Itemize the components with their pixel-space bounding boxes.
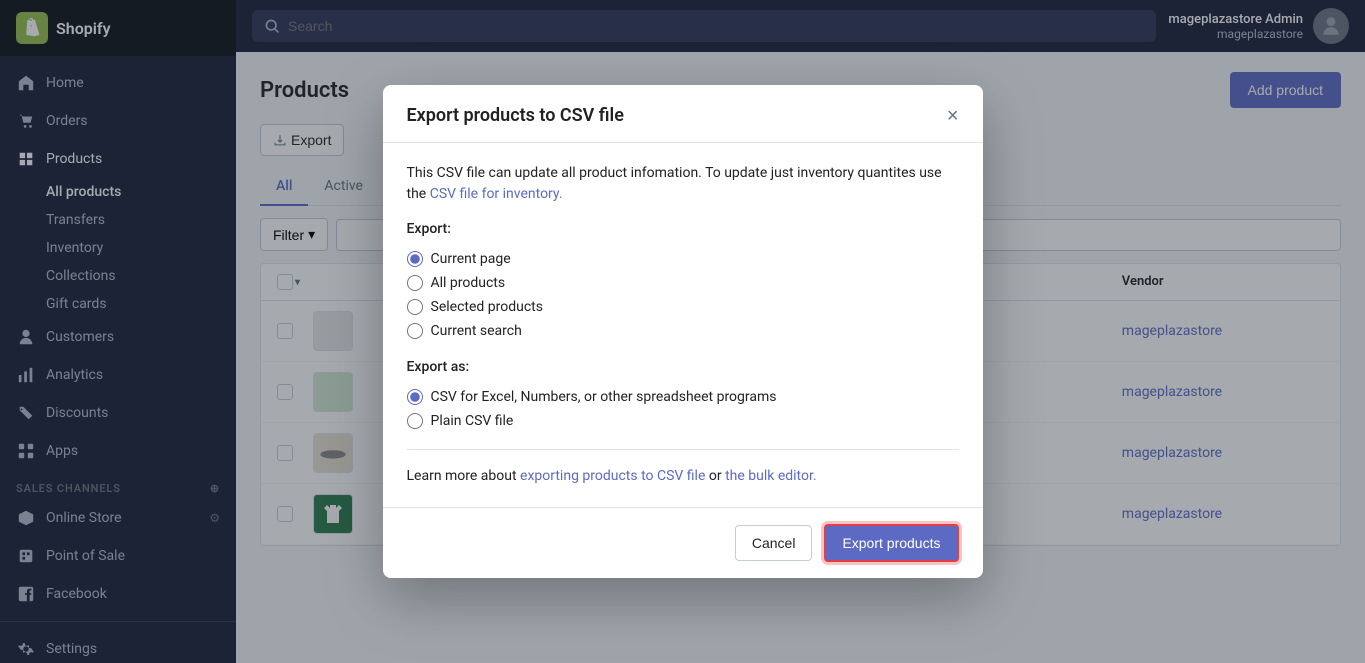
modal-title: Export products to CSV file: [407, 105, 624, 126]
cancel-button[interactable]: Cancel: [735, 525, 813, 561]
export-csv-link[interactable]: exporting products to CSV file: [520, 468, 705, 484]
export-products-button[interactable]: Export products: [824, 524, 958, 562]
radio-plain-csv[interactable]: Plain CSV file: [407, 409, 959, 433]
radio-current-search-input[interactable]: [407, 323, 423, 339]
radio-all-products-input[interactable]: [407, 275, 423, 291]
radio-plain-csv-input[interactable]: [407, 413, 423, 429]
modal-body: This CSV file can update all product inf…: [383, 143, 983, 507]
modal-learn-more: Learn more about exporting products to C…: [407, 466, 959, 487]
modal-description: This CSV file can update all product inf…: [407, 163, 959, 205]
modal-overlay[interactable]: Export products to CSV file × This CSV f…: [0, 0, 1365, 663]
export-section-label: Export:: [407, 221, 959, 237]
export-what-group: Export: Current page All products Select…: [407, 221, 959, 343]
csv-inventory-link[interactable]: CSV file for inventory.: [430, 186, 563, 202]
modal-header: Export products to CSV file ×: [383, 85, 983, 143]
radio-selected-products-input[interactable]: [407, 299, 423, 315]
modal-footer: Cancel Export products: [383, 507, 983, 578]
radio-current-page-input[interactable]: [407, 251, 423, 267]
export-as-section-label: Export as:: [407, 359, 959, 375]
radio-current-page[interactable]: Current page: [407, 247, 959, 271]
radio-csv-excel[interactable]: CSV for Excel, Numbers, or other spreads…: [407, 385, 959, 409]
export-modal: Export products to CSV file × This CSV f…: [383, 85, 983, 578]
export-as-group: Export as: CSV for Excel, Numbers, or ot…: [407, 359, 959, 433]
modal-close-button[interactable]: ×: [947, 106, 959, 126]
bulk-editor-link[interactable]: the bulk editor.: [725, 468, 817, 484]
radio-all-products[interactable]: All products: [407, 271, 959, 295]
radio-csv-excel-input[interactable]: [407, 389, 423, 405]
radio-selected-products[interactable]: Selected products: [407, 295, 959, 319]
modal-divider: [407, 449, 959, 450]
radio-current-search[interactable]: Current search: [407, 319, 959, 343]
